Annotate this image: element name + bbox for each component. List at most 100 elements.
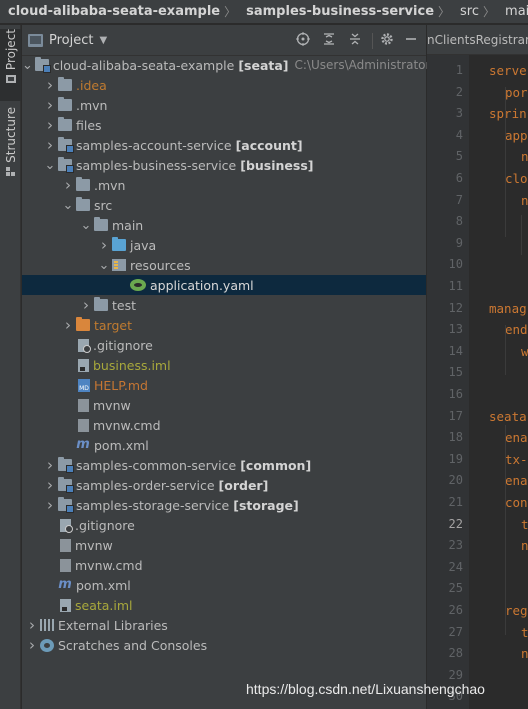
structure-tool-tab[interactable]: Structure	[0, 107, 21, 187]
breadcrumb-item[interactable]: cloud-alibaba-seata-example	[0, 4, 222, 19]
chevron-right-icon[interactable]: ›	[44, 75, 56, 95]
chevron-right-icon[interactable]: ›	[44, 95, 56, 115]
chevron-down-icon[interactable]: ⌄	[22, 55, 33, 75]
tree-row[interactable]: ⌄ cloud-alibaba-seata-example [seata] C:\Us…	[22, 55, 438, 75]
breadcrumb-item[interactable]: src	[452, 4, 481, 19]
gear-icon[interactable]	[378, 32, 396, 50]
file-icon	[78, 398, 89, 412]
tree-row[interactable]: › .idea	[22, 75, 426, 95]
chevron-right-icon[interactable]: ›	[62, 175, 74, 195]
chevron-down-icon[interactable]: ⌄	[62, 195, 74, 215]
line-number: 29	[448, 667, 463, 682]
tree-row[interactable]: › External Libraries	[22, 615, 426, 635]
chevron-down-icon[interactable]: ⌄	[80, 215, 92, 235]
tree-row[interactable]: m pom.xml	[22, 575, 426, 595]
tree-item-label: .gitignore	[93, 337, 153, 353]
tree-item-label: target	[94, 317, 133, 333]
tree-item-label: test	[112, 297, 137, 313]
tree-item-label: pom.xml	[76, 577, 131, 593]
tree-row[interactable]: seata.iml	[22, 595, 426, 615]
chevron-right-icon[interactable]: ›	[80, 295, 92, 315]
line-number: 25	[448, 581, 463, 596]
module-icon	[58, 457, 74, 473]
chevron-right-icon[interactable]: ›	[62, 315, 74, 335]
breadcrumb-item[interactable]: samples-business-service	[238, 4, 436, 19]
chevron-right-icon[interactable]: ›	[44, 135, 56, 155]
tree-item-label: samples-account-service	[76, 137, 232, 153]
tree-row[interactable]: application.yaml	[22, 275, 426, 295]
chevron-right-icon[interactable]: ›	[26, 615, 38, 635]
chevron-down-icon[interactable]: ⌄	[98, 255, 110, 275]
tree-item-label: External Libraries	[58, 617, 168, 633]
code-line: app	[505, 127, 528, 143]
tree-row[interactable]: › Scratches and Consoles	[22, 635, 426, 655]
line-number: 27	[448, 624, 463, 639]
tree-item-label: samples-storage-service	[76, 497, 230, 513]
tree-row[interactable]: › samples-order-service [order]	[22, 475, 426, 495]
folder-icon	[58, 117, 72, 131]
tree-item-label: java	[130, 237, 157, 253]
code-line: n	[521, 149, 528, 165]
tree-row[interactable]: › target	[22, 315, 426, 335]
hide-panel-icon[interactable]	[402, 32, 420, 50]
tree-row[interactable]: m pom.xml	[22, 435, 426, 455]
code-line: reg	[505, 603, 528, 618]
panel-header: Project ▼	[22, 25, 426, 56]
project-icon	[28, 33, 43, 47]
tree-row[interactable]: ⌄ samples-business-service [business]	[22, 155, 426, 175]
tree-row[interactable]: › .mvn	[22, 175, 426, 195]
collapse-all-icon[interactable]	[346, 32, 364, 50]
tree-row[interactable]: .gitignore	[22, 335, 426, 355]
code-line: tx-	[505, 451, 528, 467]
code-line: clo	[505, 171, 528, 186]
chevron-right-icon[interactable]: ›	[44, 455, 56, 475]
tool-window-strip: Project Structure	[0, 25, 21, 709]
tree-item-label: .idea	[76, 77, 107, 93]
tree-item-label: mvnw.cmd	[93, 417, 161, 433]
line-number: 5	[455, 149, 463, 164]
tree-item-label: seata.iml	[75, 597, 133, 613]
chevron-right-icon[interactable]: ›	[44, 475, 56, 495]
tree-row[interactable]: MD HELP.md	[22, 375, 426, 395]
tree-row[interactable]: mvnw	[22, 535, 426, 555]
chevron-right-icon[interactable]: ›	[98, 235, 110, 255]
tree-row[interactable]: ⌄ resources	[22, 255, 426, 275]
tree-row[interactable]: ⌄ main	[22, 215, 426, 235]
file-icon	[60, 538, 71, 552]
tree-row[interactable]: › samples-storage-service [storage]	[22, 495, 426, 515]
chevron-right-icon[interactable]: ›	[44, 495, 56, 515]
tree-row[interactable]: mvnw.cmd	[22, 415, 426, 435]
tree-row[interactable]: ⌄ src	[22, 195, 426, 215]
project-view-selector[interactable]: Project ▼	[22, 33, 107, 48]
chevron-down-icon[interactable]: ⌄	[44, 155, 56, 175]
tree-item-label: Scratches and Consoles	[58, 637, 208, 653]
tree-row[interactable]: › files	[22, 115, 426, 135]
tree-row[interactable]: › java	[22, 235, 426, 255]
tree-row[interactable]: mvnw.cmd	[22, 555, 426, 575]
code-line: manag	[489, 300, 527, 316]
editor-tab[interactable]: nClientsRegistrar.c	[427, 25, 528, 55]
chevron-right-icon[interactable]: ›	[26, 635, 38, 655]
module-name-tag: [order]	[218, 477, 269, 493]
tree-row[interactable]: mvnw	[22, 395, 426, 415]
indent-guide	[505, 87, 506, 237]
tree-row[interactable]: › samples-common-service [common]	[22, 455, 426, 475]
code-line: seata	[489, 408, 527, 424]
line-number: 17	[448, 408, 463, 423]
tree-row[interactable]: business.iml	[22, 355, 426, 375]
tree-row[interactable]: .gitignore	[22, 515, 426, 535]
tree-row[interactable]: › samples-account-service [account]	[22, 135, 426, 155]
tree-row[interactable]: › .mvn	[22, 95, 426, 115]
breadcrumb-item[interactable]: main	[497, 4, 528, 19]
chevron-right-icon[interactable]: ›	[44, 115, 56, 135]
project-tool-tab[interactable]: Project	[0, 29, 21, 101]
locate-target-icon[interactable]	[294, 32, 312, 50]
tree-row[interactable]: › test	[22, 295, 426, 315]
spring-yaml-icon	[130, 279, 146, 291]
line-number: 3	[455, 106, 463, 121]
folder-icon	[58, 97, 72, 111]
tree-item-label: samples-order-service	[76, 477, 215, 493]
expand-all-icon[interactable]	[320, 32, 338, 50]
